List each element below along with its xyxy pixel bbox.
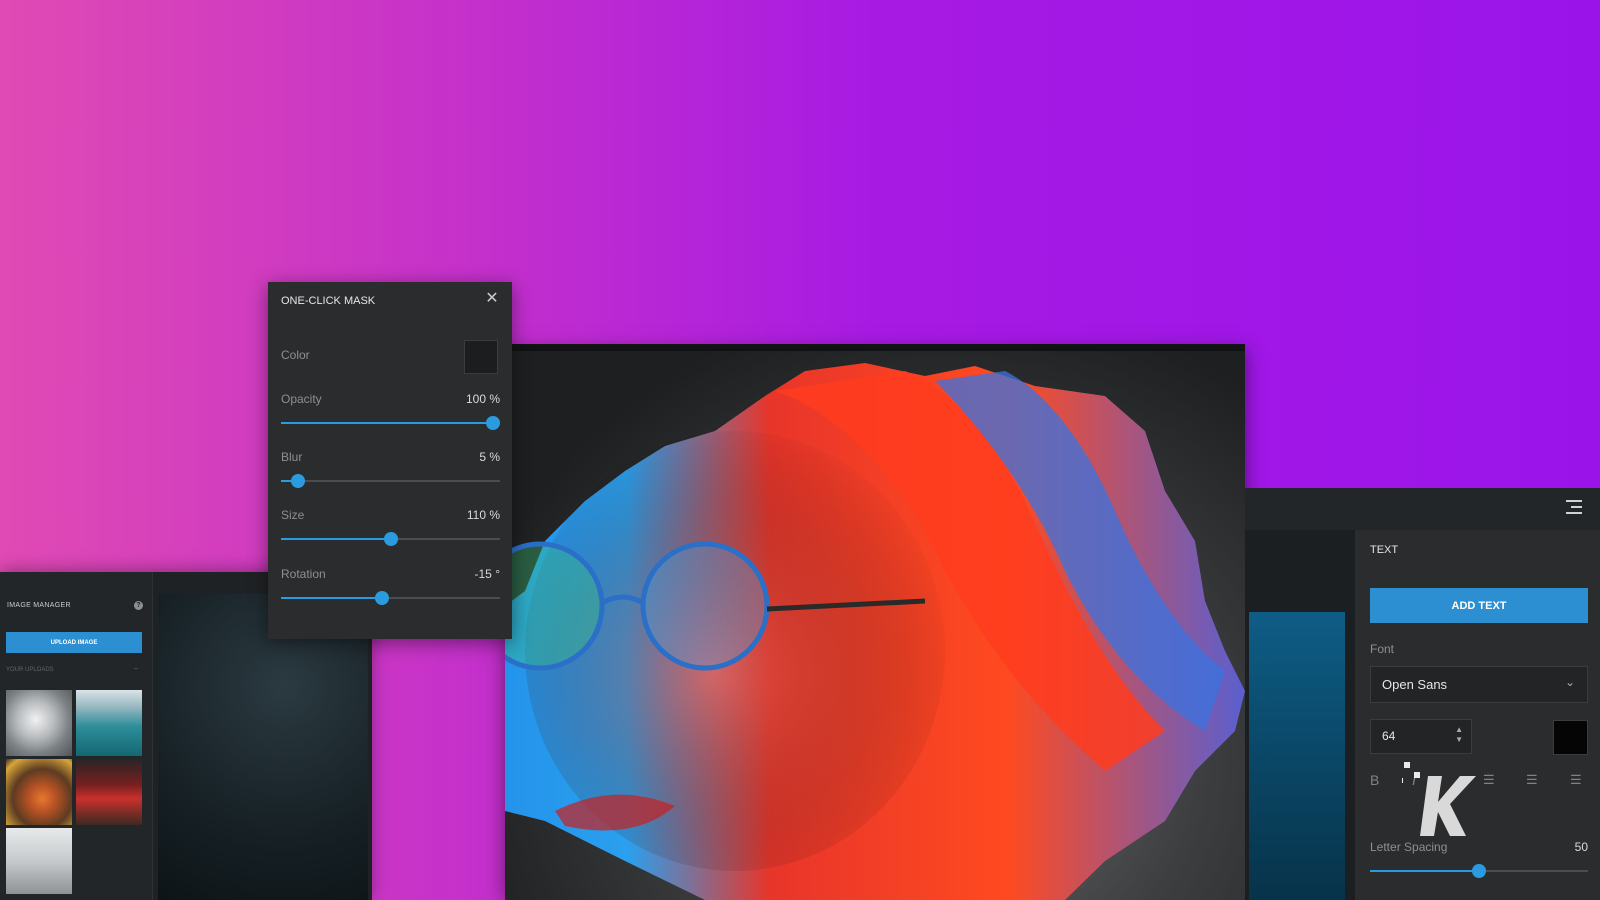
chevron-down-icon: ⌄ [1564, 675, 1575, 689]
blur-slider[interactable] [281, 474, 500, 488]
editor-canvas[interactable] [505, 351, 1245, 900]
help-icon[interactable]: ? [134, 601, 143, 610]
size-slider[interactable] [281, 532, 500, 546]
blur-label: Blur [281, 450, 303, 464]
watermark-logo [1402, 762, 1476, 836]
slider-fill [281, 538, 391, 540]
opacity-label: Opacity [281, 392, 322, 406]
letter-spacing-slider[interactable] [1370, 864, 1588, 878]
add-text-button[interactable]: ADD TEXT [1370, 588, 1588, 623]
blur-value: 5 % [479, 450, 500, 464]
slider-handle[interactable] [374, 591, 389, 605]
font-label: Font [1370, 642, 1395, 656]
letter-spacing-value: 50 [1574, 840, 1588, 854]
font-size-stepper[interactable]: 64 ▲ ▼ [1370, 719, 1472, 754]
stepper-arrows-icon[interactable]: ▲ ▼ [1455, 725, 1463, 745]
slider-track [281, 480, 500, 482]
upload-thumbnail[interactable] [6, 690, 72, 756]
opacity-value: 100 % [465, 392, 500, 406]
font-select-value: Open Sans [1382, 677, 1448, 692]
close-icon[interactable]: ✕ [484, 291, 500, 307]
size-value: 110 % [466, 508, 500, 522]
align-center-icon[interactable]: ☰ [1526, 772, 1538, 788]
one-click-mask-panel: ONE-CLICK MASK ✕ Color Opacity 100 % Blu… [268, 282, 512, 639]
slider-handle[interactable] [291, 474, 306, 488]
bold-button[interactable]: B [1370, 772, 1379, 788]
right-canvas-preview [1249, 612, 1345, 900]
image-manager-title: IMAGE MANAGER [7, 602, 71, 609]
upload-thumbnail[interactable] [6, 828, 72, 894]
slider-fill [1370, 870, 1479, 872]
image-manager-canvas-preview [158, 594, 368, 900]
image-manager-sidebar: IMAGE MANAGER ? UPLOAD IMAGE YOUR UPLOAD… [0, 572, 153, 900]
letter-spacing-label: Letter Spacing [1370, 840, 1448, 854]
slider-handle[interactable] [486, 416, 500, 430]
upload-image-button[interactable]: UPLOAD IMAGE [6, 632, 142, 653]
slider-fill [281, 597, 382, 599]
rotation-label: Rotation [281, 567, 326, 581]
font-select[interactable]: Open Sans ⌄ [1370, 666, 1588, 703]
font-size-value: 64 [1382, 729, 1396, 743]
upload-thumbnail[interactable] [6, 759, 72, 825]
text-color-swatch[interactable] [1553, 720, 1588, 755]
slider-handle[interactable] [383, 532, 398, 546]
canvas-top-bar [505, 344, 1245, 351]
your-uploads-label: YOUR UPLOADS [6, 667, 54, 673]
upload-thumbnail[interactable] [76, 759, 142, 825]
align-right-icon[interactable]: ☰ [1570, 772, 1582, 788]
size-label: Size [281, 508, 305, 522]
text-panel: TEXT ADD TEXT Font Open Sans ⌄ 64 ▲ ▼ B I… [1355, 530, 1600, 900]
mask-color-swatch[interactable] [464, 340, 498, 374]
menu-icon[interactable] [1566, 500, 1582, 514]
slider-fill [281, 422, 493, 424]
opacity-slider[interactable] [281, 416, 500, 430]
mask-panel-title: ONE-CLICK MASK [281, 295, 376, 307]
mask-color-label: Color [281, 348, 310, 362]
text-panel-title: TEXT [1370, 544, 1399, 556]
right-top-bar [1245, 488, 1600, 530]
collapse-icon[interactable]: – [134, 665, 138, 672]
masked-portrait-image [505, 363, 1245, 900]
rotation-slider[interactable] [281, 591, 500, 605]
rotation-value: -15 ° [474, 567, 500, 581]
upload-thumbnail[interactable] [76, 690, 142, 756]
slider-handle[interactable] [1472, 864, 1486, 878]
